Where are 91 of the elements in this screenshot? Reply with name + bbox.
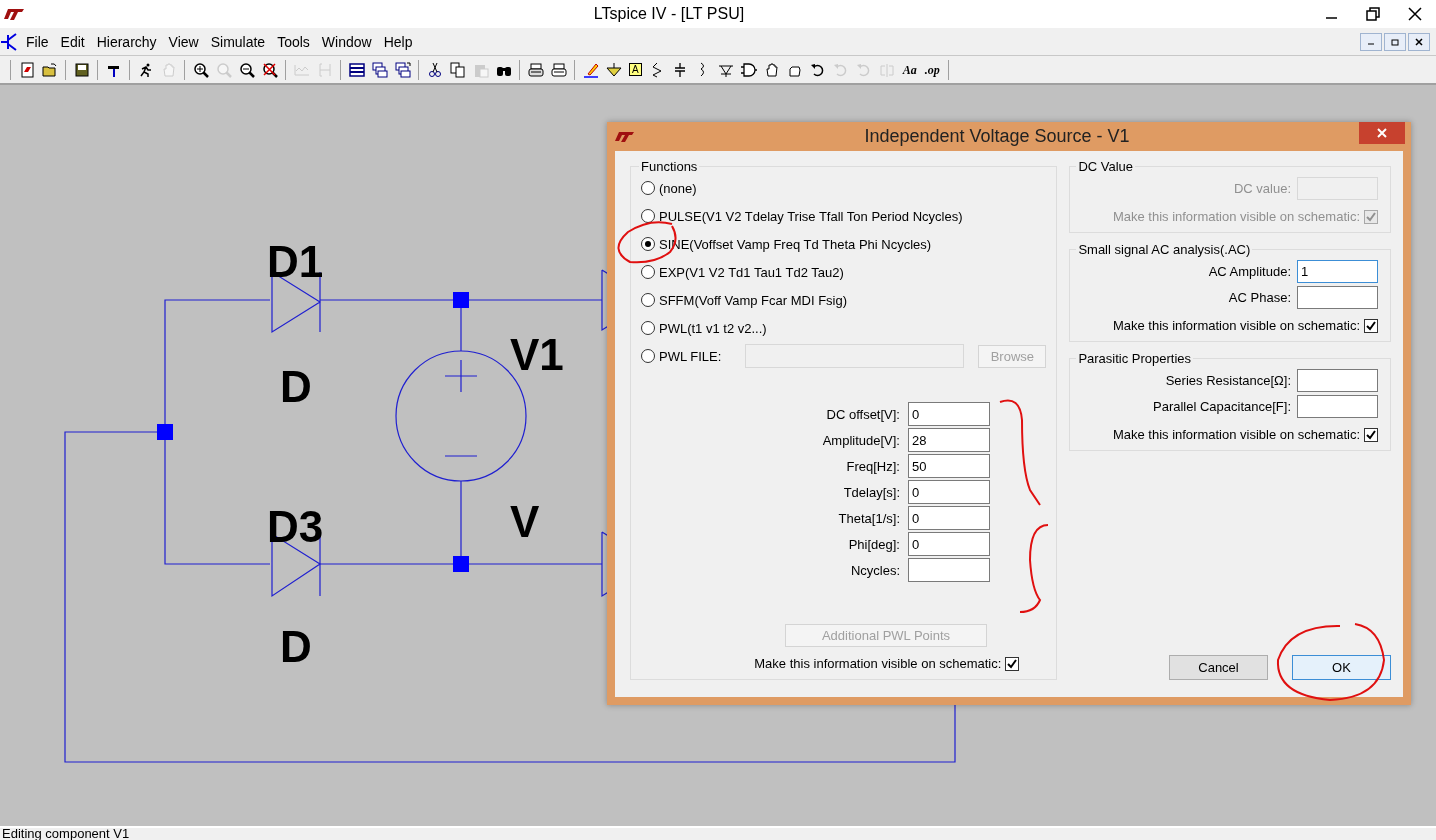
field-label: Ncycles: xyxy=(849,562,900,578)
menu-item[interactable]: Simulate xyxy=(204,33,272,50)
field-label: Theta[1/s]: xyxy=(837,510,900,526)
text-field[interactable]: 0 xyxy=(908,532,990,556)
menu-item[interactable]: Edit xyxy=(54,33,91,50)
net-label-button[interactable]: A xyxy=(629,63,642,76)
field-label: Amplitude[V]: xyxy=(821,432,900,448)
group-title: Small signal AC analysis(.AC) xyxy=(1077,242,1252,257)
group-title: Parasitic Properties xyxy=(1077,351,1193,366)
dialog-title: Independent Voltage Source - V1 xyxy=(863,126,1131,147)
app-logo-icon xyxy=(4,7,26,21)
text-field[interactable]: 1 xyxy=(1297,260,1378,283)
radio-label[interactable]: PULSE(V1 V2 Tdelay Trise Tfall Ton Period Ncycles) xyxy=(659,208,963,224)
checkbox[interactable] xyxy=(1005,656,1020,671)
text-field[interactable] xyxy=(1297,286,1378,309)
scissors-icon[interactable] xyxy=(426,61,443,78)
text-field[interactable]: 0 xyxy=(908,402,990,426)
radio-button[interactable] xyxy=(641,265,655,279)
new-schematic-icon[interactable] xyxy=(18,61,35,78)
radio-label[interactable]: SFFM(Voff Vamp Fcar MDI Fsig) xyxy=(659,292,848,308)
text-field[interactable] xyxy=(908,558,990,582)
checkbox[interactable] xyxy=(1364,427,1378,442)
gate-icon[interactable] xyxy=(741,61,758,78)
field-label: DC offset[V]: xyxy=(825,406,900,422)
text-field[interactable] xyxy=(1297,369,1378,392)
menu-item[interactable]: File xyxy=(20,33,55,50)
close-icon[interactable] xyxy=(1408,7,1422,21)
text-field[interactable]: 50 xyxy=(908,454,990,478)
radio-label[interactable]: PWL FILE: xyxy=(659,348,722,364)
app-logo-icon xyxy=(615,130,635,143)
zoom-in-icon[interactable] xyxy=(192,61,209,78)
ok-button[interactable]: OK xyxy=(1292,655,1391,680)
field-label: Series Resistance[Ω]: xyxy=(1165,373,1291,388)
component-label: D3 xyxy=(267,505,324,549)
checkbox-label: Make this information visible on schematic: xyxy=(1112,318,1360,333)
component-label: D xyxy=(280,365,312,409)
menu-item[interactable]: Window xyxy=(315,33,378,50)
menu-item[interactable]: Hierarchy xyxy=(90,33,163,50)
field-label: AC Amplitude: xyxy=(1208,264,1291,279)
group-title: Functions xyxy=(640,159,699,174)
text-field[interactable]: 0 xyxy=(908,480,990,504)
component-label: D1 xyxy=(267,240,324,284)
field-label: Tdelay[s]: xyxy=(842,484,900,500)
radio-button[interactable] xyxy=(641,237,655,251)
close-button[interactable] xyxy=(1359,122,1405,144)
window-title: LTspice IV - [LT PSU] xyxy=(592,5,746,23)
checkbox-label: Make this information visible on schematic: xyxy=(1112,427,1360,442)
radio-button[interactable] xyxy=(641,293,655,307)
checkbox-label: Make this information visible on schematic: xyxy=(754,656,1002,671)
text-tool-button[interactable]: Aa xyxy=(898,61,921,78)
stacked-windows-icon[interactable] xyxy=(394,61,411,78)
printer-preview-icon[interactable] xyxy=(527,61,544,78)
radio-label[interactable]: PWL(t1 v1 t2 v2...) xyxy=(659,320,767,336)
ground-icon[interactable] xyxy=(605,61,622,78)
component-label: D xyxy=(280,625,312,669)
folder-icon[interactable] xyxy=(41,61,58,78)
text-field[interactable] xyxy=(1297,395,1378,418)
running-man-icon[interactable] xyxy=(137,61,154,78)
magnifier-cross-icon[interactable] xyxy=(261,61,278,78)
field-label: AC Phase: xyxy=(1228,290,1291,305)
menu-item[interactable]: View xyxy=(162,33,205,50)
component-label: V xyxy=(510,500,540,544)
radio-label[interactable]: (none) xyxy=(659,180,697,196)
text-field[interactable]: 0 xyxy=(908,506,990,530)
radio-button[interactable] xyxy=(641,209,655,223)
radio-button[interactable] xyxy=(641,321,655,335)
copy-icon[interactable] xyxy=(449,61,466,78)
checkbox[interactable] xyxy=(1364,318,1378,333)
group-title: DC Value xyxy=(1077,159,1135,174)
cancel-button[interactable]: Cancel xyxy=(1169,655,1268,680)
field-label: DC value: xyxy=(1233,181,1291,196)
menu-item[interactable]: Help xyxy=(377,33,419,50)
radio-button[interactable] xyxy=(641,349,655,363)
radio-button[interactable] xyxy=(641,181,655,195)
field-label: Freq[Hz]: xyxy=(845,458,900,474)
close-icon[interactable] xyxy=(1408,32,1430,51)
text-field[interactable]: 28 xyxy=(908,428,990,452)
checkbox-label: Make this information visible on schematic: xyxy=(1112,209,1360,224)
component-label: V1 xyxy=(510,333,564,377)
cascade-windows-icon[interactable] xyxy=(371,61,388,78)
field-label: Parallel Capacitance[F]: xyxy=(1153,399,1291,414)
printer-icon[interactable] xyxy=(550,61,567,78)
window-icon[interactable] xyxy=(348,61,365,78)
radio-label[interactable]: EXP(V1 V2 Td1 Tau1 Td2 Tau2) xyxy=(659,264,844,280)
restore-icon[interactable] xyxy=(1366,7,1380,21)
field-label: Phi[deg]: xyxy=(847,536,900,552)
pencil-icon[interactable] xyxy=(582,61,599,78)
spice-directive-button[interactable]: .op xyxy=(920,61,944,78)
zoom-out-icon[interactable] xyxy=(238,61,255,78)
status-text: Editing component V1 xyxy=(1,828,131,840)
menu-item[interactable]: Tools xyxy=(271,33,316,50)
